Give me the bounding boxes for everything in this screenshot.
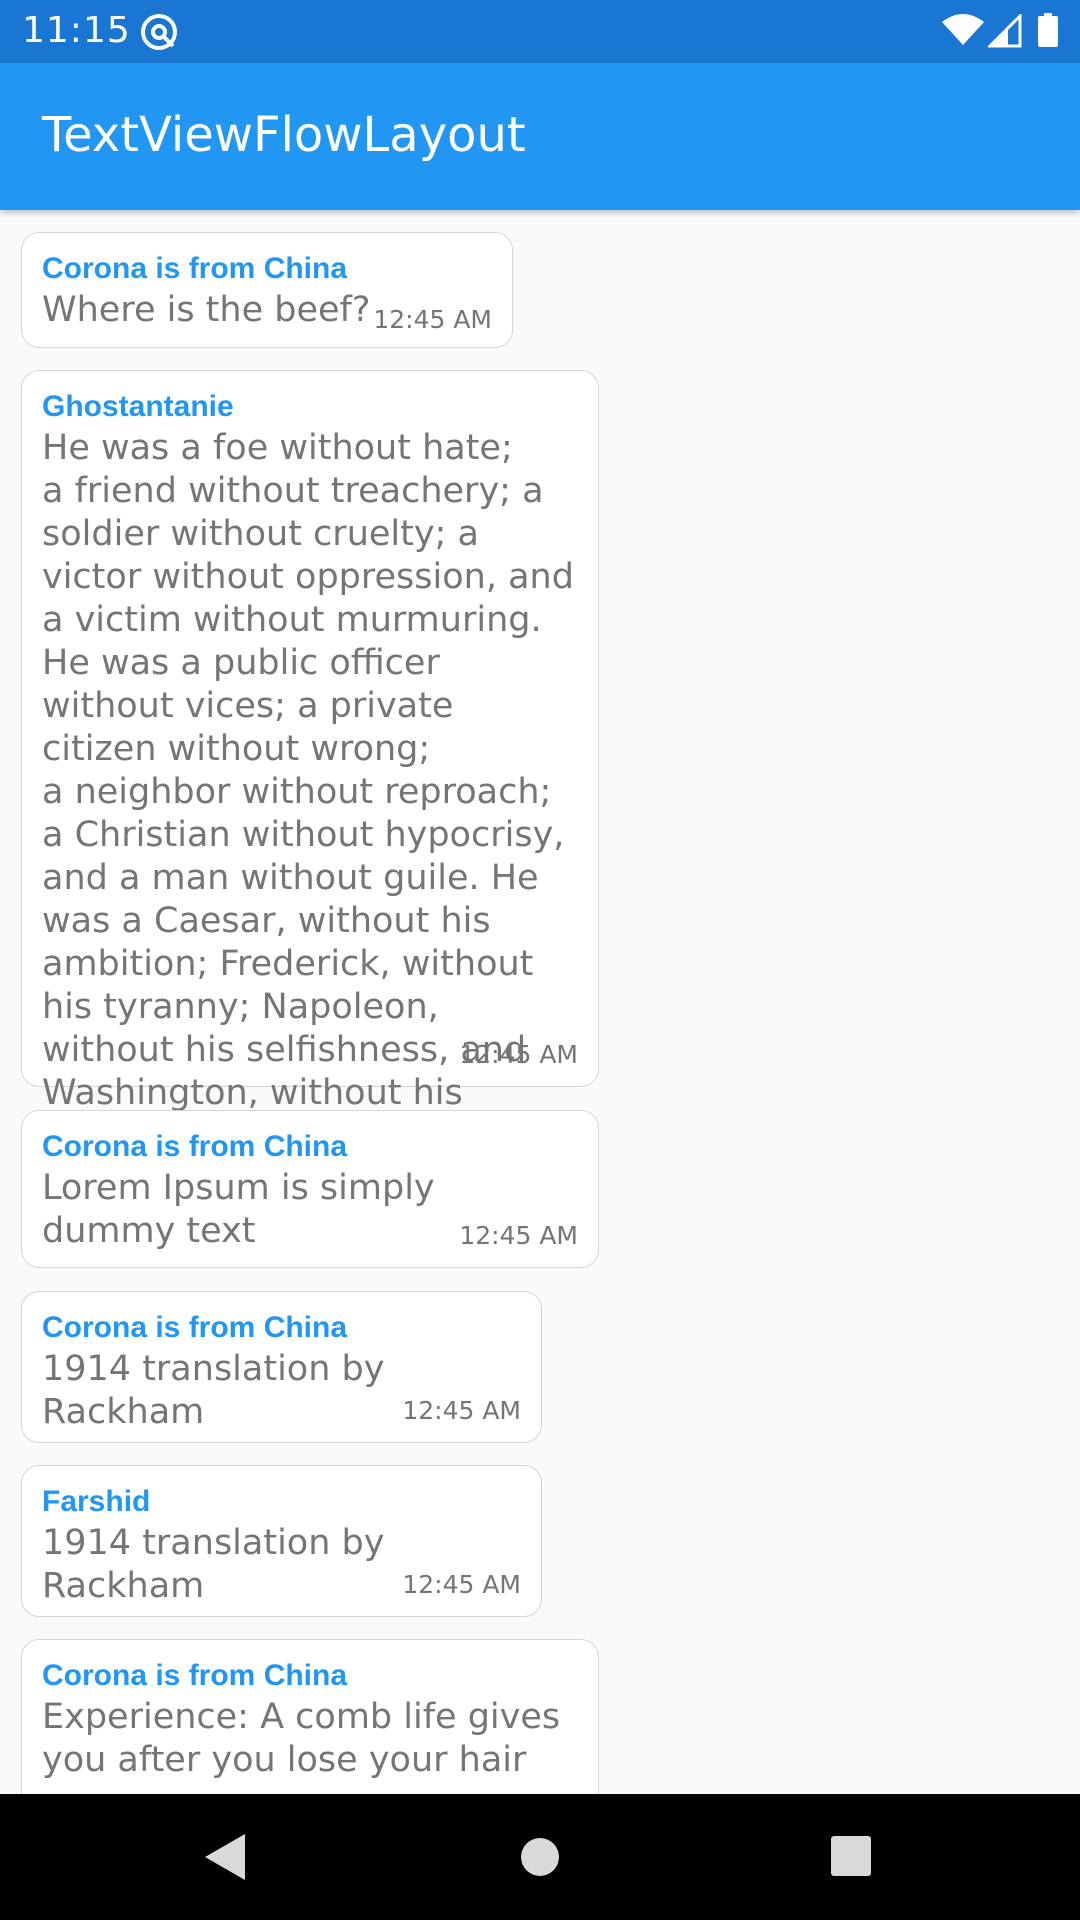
message-bubble[interactable]: Ghostantanie He was a foe without hate; … (21, 370, 599, 1156)
at-sign-icon (141, 14, 177, 50)
message-bubble[interactable]: Corona is from China Where is the beef? … (21, 232, 513, 348)
message-bubble[interactable]: Farshid 1914 translation by Rackham 12:4… (21, 1465, 542, 1617)
message-sender: Corona is from China (42, 252, 348, 285)
message-sender: Corona is from China (42, 1311, 348, 1344)
back-icon[interactable] (203, 1832, 249, 1882)
message-time: 12:45 AM (459, 1221, 578, 1250)
recents-icon[interactable] (830, 1835, 872, 1877)
message-sender: Ghostantanie (42, 390, 234, 423)
message-bubble[interactable]: Corona is from China Lorem Ipsum is simp… (21, 1110, 599, 1268)
message-bubble[interactable]: Corona is from China Experience: A comb … (21, 1639, 599, 1794)
message-time: 12:45 AM (402, 1570, 521, 1599)
home-icon[interactable] (520, 1837, 560, 1877)
app-bar: TextViewFlowLayout (0, 63, 1080, 210)
message-text: Experience: A comb life gives you after … (42, 1697, 561, 1780)
message-bubble[interactable]: Corona is from China 1914 translation by… (21, 1291, 542, 1443)
message-sender: Corona is from China (42, 1659, 348, 1692)
message-time: 12:45 AM (402, 1396, 521, 1425)
wifi-icon (942, 14, 984, 45)
battery-icon (1038, 13, 1058, 47)
cell-signal-icon (988, 14, 1022, 48)
message-time: 12:45 AM (459, 1040, 578, 1069)
status-time: 11:15 (22, 10, 131, 51)
app-title: TextViewFlowLayout (42, 107, 526, 163)
message-sender: Corona is from China (42, 1130, 348, 1163)
status-bar: 11:15 (0, 0, 1080, 63)
message-sender: Farshid (42, 1485, 151, 1518)
message-list[interactable]: Corona is from China Where is the beef? … (0, 210, 1080, 1794)
message-time: 12:45 AM (373, 305, 492, 334)
